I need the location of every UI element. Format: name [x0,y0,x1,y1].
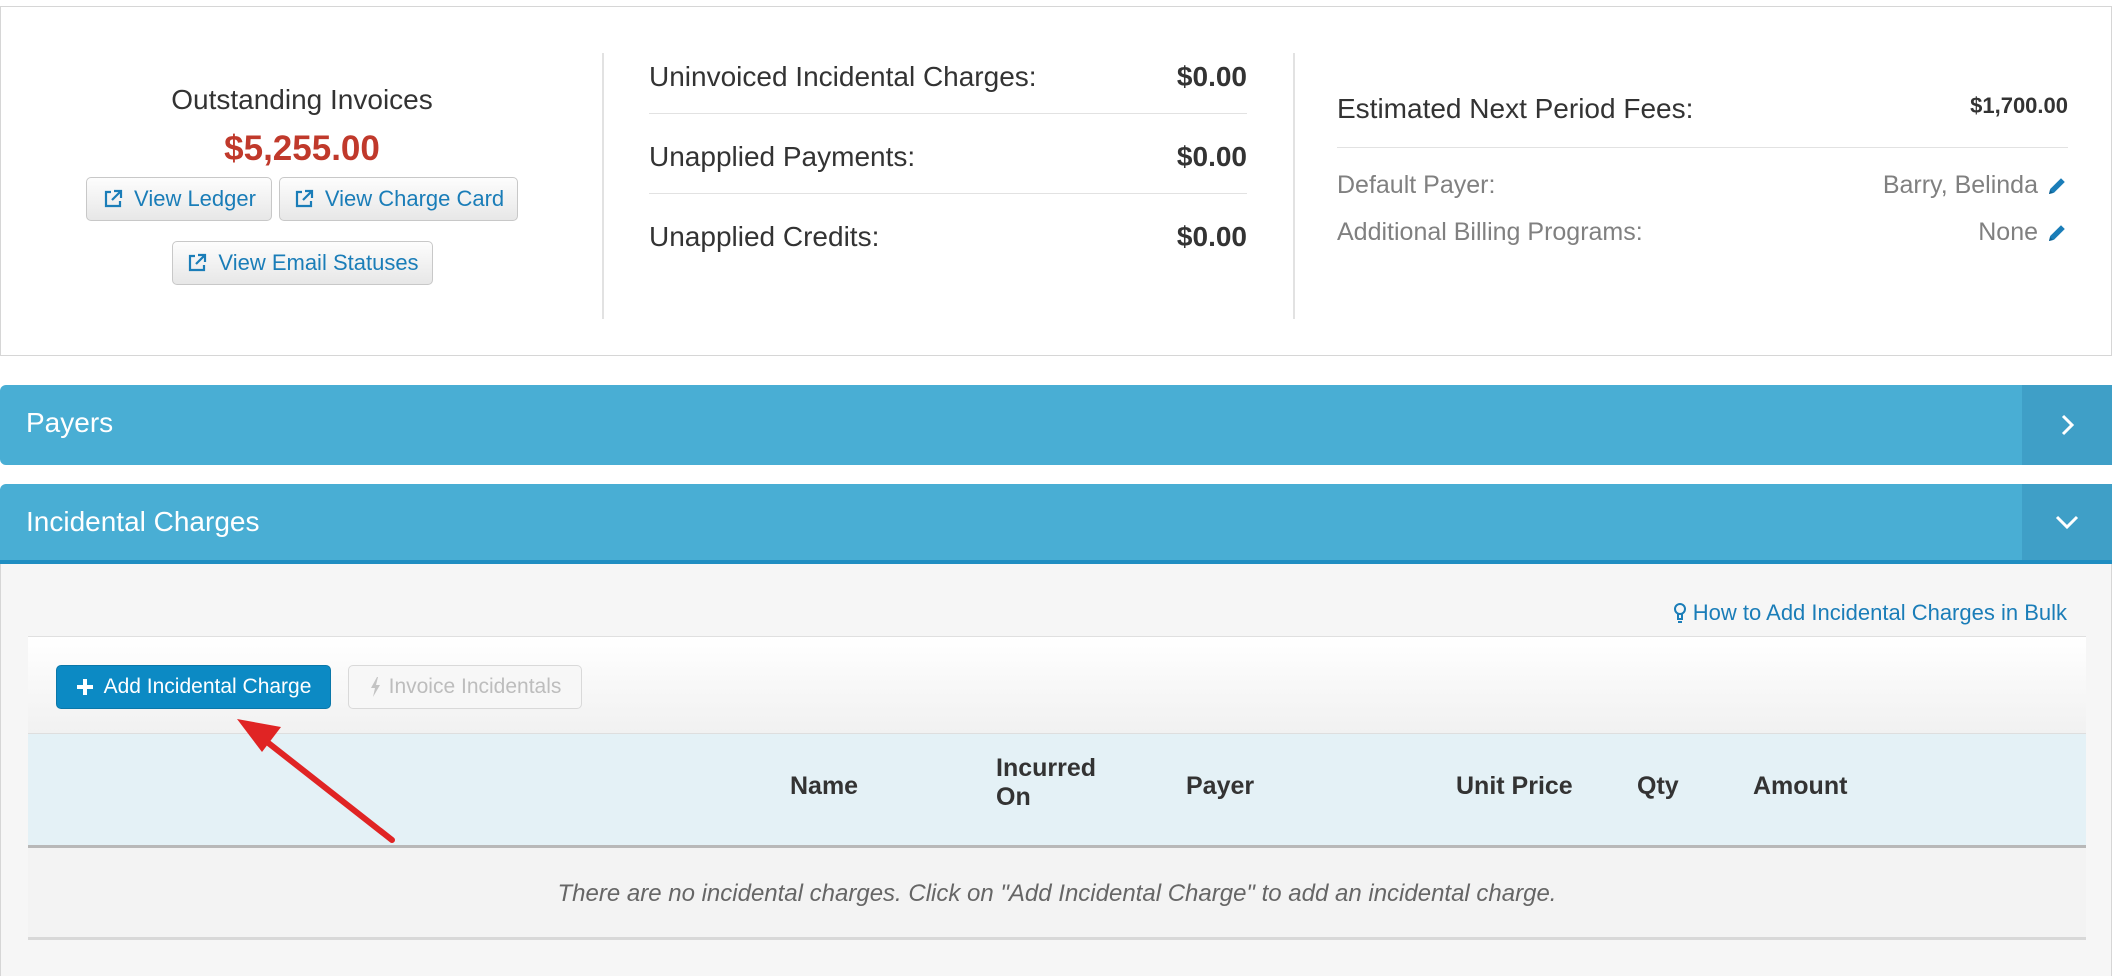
payers-section-header[interactable]: Payers [0,385,2112,465]
view-charge-card-button[interactable]: View Charge Card [279,177,518,221]
incidental-table-header: Name Incurred On Payer Unit Price Qty Am… [28,734,2086,848]
bulk-incidental-help-label: How to Add Incidental Charges in Bulk [1692,600,2067,625]
plus-icon [76,678,94,696]
column-divider [1293,53,1295,319]
outstanding-invoices-section: Outstanding Invoices $5,255.00 View Ledg… [1,7,603,355]
pencil-icon[interactable] [2046,222,2068,244]
estimated-fees-value: $1,700.00 [1970,93,2068,118]
column-header-unit-price[interactable]: Unit Price [1456,772,1573,801]
view-charge-card-label: View Charge Card [324,186,505,211]
bulk-incidental-help-link[interactable]: How to Add Incidental Charges in Bulk [1673,600,2067,626]
incidental-charges-panel: How to Add Incidental Charges in Bulk Ad… [0,564,2112,976]
external-link-icon [293,188,315,210]
column-header-name[interactable]: Name [790,772,858,801]
uninvoiced-incidental-row: Uninvoiced Incidental Charges: $0.00 [649,61,1247,141]
additional-billing-programs-label: Additional Billing Programs: [1337,218,1643,246]
column-divider [602,53,604,319]
unapplied-credits-value: $0.00 [1176,221,1247,252]
additional-billing-programs-value: None [1978,218,2038,246]
outstanding-invoices-amount: $5,255.00 [224,129,380,168]
incidental-toolbar: Add Incidental Charge Invoice Incidental… [28,636,2086,734]
column-header-incurred-line1: Incurred [996,754,1097,782]
uninvoiced-incidental-label: Uninvoiced Incidental Charges: [649,61,1037,92]
unapplied-payments-row: Unapplied Payments: $0.00 [649,141,1247,221]
default-payer-value: Barry, Belinda [1882,171,2038,199]
row-divider [649,193,1247,194]
column-header-qty[interactable]: Qty [1637,772,1679,801]
add-incidental-charge-button[interactable]: Add Incidental Charge [56,665,331,709]
view-ledger-label: View Ledger [134,186,256,211]
incidental-charges-section-header[interactable]: Incidental Charges [0,484,2112,564]
external-link-icon [186,252,208,274]
column-header-payer[interactable]: Payer [1186,772,1254,801]
invoice-incidentals-button[interactable]: Invoice Incidentals [348,665,582,709]
pencil-icon[interactable] [2046,175,2068,197]
chevron-down-icon[interactable] [2022,484,2112,560]
outstanding-invoices-title: Outstanding Invoices [171,84,433,115]
billing-summary-panel: Outstanding Invoices $5,255.00 View Ledg… [0,6,2112,356]
view-email-statuses-button[interactable]: View Email Statuses [172,241,433,285]
unapplied-credits-label: Unapplied Credits: [649,221,880,252]
invoice-incidentals-label: Invoice Incidentals [388,675,562,698]
view-ledger-button[interactable]: View Ledger [86,177,272,221]
chevron-right-icon[interactable] [2022,385,2112,465]
incidental-charges-section-title: Incidental Charges [26,506,260,537]
column-header-incurred-on[interactable]: Incurred On [996,754,1096,812]
unapplied-payments-value: $0.00 [1176,141,1247,172]
bolt-icon [369,676,381,698]
lightbulb-icon [1673,602,1687,624]
default-payer-label: Default Payer: [1337,171,1496,199]
billing-details-section: Estimated Next Period Fees: $1,700.00 De… [1337,7,2068,355]
external-link-icon [102,188,124,210]
unapplied-credits-row: Unapplied Credits: $0.00 [649,221,1247,301]
column-header-incurred-line2: On [996,783,1031,811]
balances-section: Uninvoiced Incidental Charges: $0.00 Una… [649,7,1247,355]
unapplied-payments-label: Unapplied Payments: [649,141,916,172]
payers-section-title: Payers [26,407,114,438]
estimated-fees-label: Estimated Next Period Fees: [1337,93,1694,124]
add-incidental-charge-label: Add Incidental Charge [103,675,312,698]
row-divider [1337,147,2068,148]
column-header-amount[interactable]: Amount [1753,772,1847,801]
row-divider [649,113,1247,114]
incidental-empty-message: There are no incidental charges. Click o… [28,848,2086,940]
view-email-statuses-label: View Email Statuses [218,250,419,275]
uninvoiced-incidental-value: $0.00 [1176,61,1247,92]
